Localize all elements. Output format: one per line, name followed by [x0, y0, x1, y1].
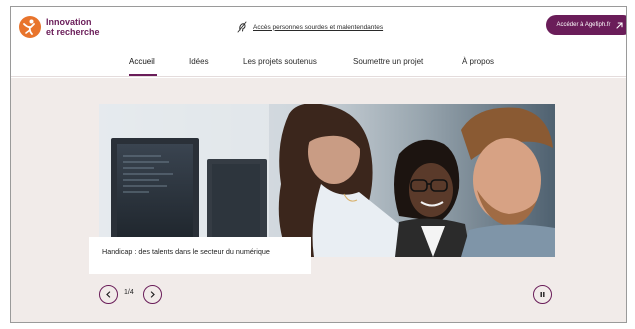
agefiph-logo-icon[interactable]: [19, 16, 41, 38]
previous-slide-button[interactable]: [99, 285, 118, 304]
brand-name[interactable]: Innovation et recherche: [46, 17, 100, 37]
chevron-right-icon: [150, 291, 155, 298]
accessibility-link[interactable]: Accès personnes sourdes et malentendante…: [236, 21, 383, 33]
pause-carousel-button[interactable]: [533, 285, 552, 304]
brand-line-1: Innovation: [46, 17, 92, 27]
carousel-slide-image[interactable]: [99, 104, 555, 257]
ear-icon: [237, 21, 247, 33]
carousel-section: Handicap : des talents dans le secteur d…: [11, 78, 626, 322]
active-nav-indicator: [129, 74, 157, 76]
chevron-left-icon: [106, 291, 111, 298]
slide-caption-text: Handicap : des talents dans le secteur d…: [102, 247, 270, 256]
pause-icon: [540, 292, 545, 297]
slide-counter: 1/4: [124, 289, 134, 296]
agefiph-site-button[interactable]: Accéder à Agefiph.fr: [546, 15, 626, 35]
nav-item-a-propos[interactable]: À propos: [462, 57, 494, 66]
agefiph-site-button-label: Accéder à Agefiph.fr: [556, 22, 611, 28]
nav-item-accueil[interactable]: Accueil: [129, 57, 155, 66]
nav-item-soumettre-projet[interactable]: Soumettre un projet: [353, 57, 423, 66]
external-arrow-icon: [615, 21, 623, 29]
brand-line-2: et recherche: [46, 27, 100, 37]
top-bar: Innovation et recherche Accès personnes …: [11, 7, 626, 45]
slide-caption[interactable]: Handicap : des talents dans le secteur d…: [89, 237, 311, 274]
nav-item-idees[interactable]: Idées: [189, 57, 209, 66]
main-navigation: Accueil Idées Les projets soutenus Soume…: [11, 45, 626, 77]
accessibility-link-label: Accès personnes sourdes et malentendante…: [253, 23, 384, 31]
nav-item-projets-soutenus[interactable]: Les projets soutenus: [243, 57, 317, 66]
browser-frame: Innovation et recherche Accès personnes …: [10, 6, 627, 323]
next-slide-button[interactable]: [143, 285, 162, 304]
